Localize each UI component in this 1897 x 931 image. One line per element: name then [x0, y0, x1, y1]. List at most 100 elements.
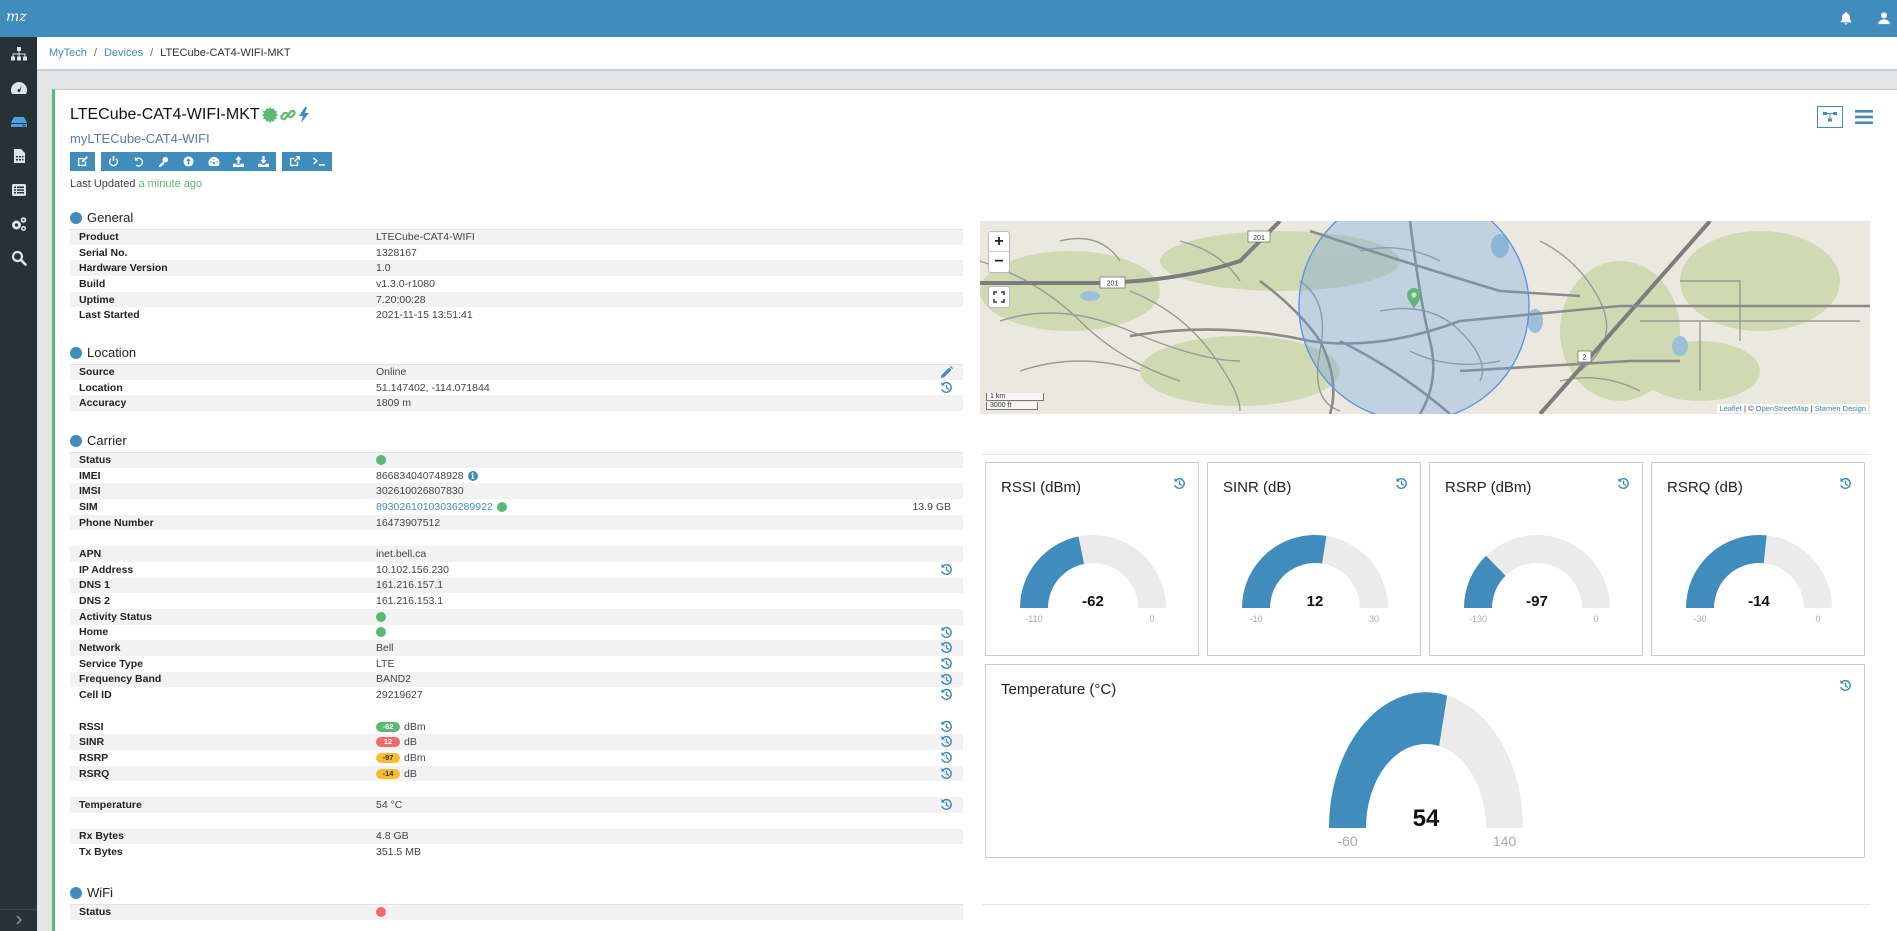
row-value: 161.216.157.1: [376, 579, 963, 591]
row-key: Uptime: [79, 293, 115, 306]
download-button[interactable]: [251, 152, 276, 171]
row-value: -97 dBm: [376, 752, 963, 764]
history-icon[interactable]: [940, 626, 953, 639]
breadcrumb-separator: /: [93, 47, 97, 59]
sidebar-item-list[interactable]: [0, 173, 37, 207]
row-value: [376, 455, 963, 466]
open-remote-button[interactable]: [282, 152, 307, 171]
reset-button[interactable]: [126, 152, 151, 171]
openstreetmap-link[interactable]: OpenStreetMap: [1756, 404, 1809, 413]
location-table: Source Online Location 51.147402, -114.0718…: [70, 364, 963, 412]
map-scale-ft: 3000 ft: [986, 402, 1038, 410]
history-icon[interactable]: [940, 751, 953, 764]
row-value: 10.102.156.230: [376, 564, 963, 576]
sidebar-item-devices[interactable]: [0, 105, 37, 139]
map-tiles[interactable]: 201 201 2: [980, 221, 1870, 414]
info-icon[interactable]: i: [467, 470, 478, 481]
row-key: RSRQ: [79, 767, 110, 780]
edit-button[interactable]: [70, 152, 95, 171]
section-location-heading: Location: [70, 345, 136, 360]
table-row: Build v1.3.0-r1080: [70, 276, 963, 292]
location-map[interactable]: 201 201 2 + − 1 km 3000 ft Leaflet | © O…: [980, 221, 1870, 414]
gauge-min-label: -60: [1337, 833, 1357, 849]
status-dot: [376, 455, 386, 466]
terminal-button[interactable]: [307, 152, 332, 171]
gauge-min-label: -30: [1693, 614, 1706, 624]
row-value: 16473907512: [376, 517, 963, 529]
sim-link[interactable]: 89302610103036289922: [376, 501, 493, 513]
row-value: 89302610103036289922: [376, 501, 963, 513]
history-icon[interactable]: [940, 767, 953, 780]
general-table: Product LTECube-CAT4-WIFI Serial No. 132816…: [70, 229, 963, 323]
speedtest-button[interactable]: [201, 152, 226, 171]
card-actions: [1817, 106, 1877, 128]
upload-button[interactable]: [226, 152, 251, 171]
row-key: Serial No.: [79, 246, 128, 259]
sidebar-item-sim-cards[interactable]: [0, 139, 37, 173]
breadcrumb-current: LTECube-CAT4-WIFI-MKT: [160, 47, 291, 59]
gauge-value: -62: [1082, 593, 1104, 610]
gauge-card-rsrq: RSRQ (dB) -14 -30 0: [1651, 462, 1865, 656]
table-row: SIM 89302610103036289922 13.9 GB: [70, 499, 963, 515]
map-zoom-out-button[interactable]: −: [989, 252, 1009, 272]
carrier-table: Status IMEI 866834040748928 i IMSI 3026100268…: [70, 452, 963, 860]
history-icon[interactable]: [940, 657, 953, 670]
row-value: 29219627: [376, 689, 963, 701]
sidebar-item-sitemap[interactable]: [0, 37, 37, 71]
sidebar-item-search[interactable]: [0, 241, 37, 275]
row-value: 54 °C: [376, 799, 963, 811]
sidebar-expand-button[interactable]: [0, 909, 37, 929]
status-dot: [376, 627, 386, 638]
device-title-row: LTECube-CAT4-WIFI-MKT: [70, 106, 310, 124]
history-icon[interactable]: [940, 735, 953, 748]
breadcrumb-devices[interactable]: Devices: [104, 47, 143, 59]
topology-button[interactable]: [1817, 106, 1843, 128]
sidebar-item-settings[interactable]: [0, 207, 37, 241]
table-row: Activity Status: [70, 608, 963, 625]
app-logo[interactable]: mz: [6, 9, 27, 25]
gauge-rsrq: -14 -30 0: [1686, 535, 1832, 624]
status-dot: [376, 907, 386, 918]
sidebar-item-dashboard[interactable]: [0, 71, 37, 105]
history-icon[interactable]: [940, 688, 953, 701]
row-key: Network: [79, 642, 121, 655]
table-row: Phone Number 16473907512: [70, 514, 963, 531]
row-key: Frequency Band: [79, 673, 162, 686]
firmware-upgrade-button[interactable]: [176, 152, 201, 171]
section-title: WiFi: [87, 885, 113, 900]
value-text: Online: [376, 366, 407, 379]
breadcrumb-mytech[interactable]: MyTech: [49, 47, 87, 59]
accuracy-circle: [1298, 221, 1530, 414]
row-key: Temperature: [79, 798, 142, 811]
key-icon: [158, 156, 169, 167]
row-key: DNS 1: [79, 579, 110, 592]
row-key: RSRP: [79, 751, 109, 764]
bell-icon[interactable]: [1837, 9, 1855, 27]
value-text: 7.20:00:28: [376, 293, 426, 306]
chevron-right-icon: [15, 914, 22, 925]
history-icon[interactable]: [940, 641, 953, 654]
history-icon[interactable]: [940, 381, 953, 394]
reboot-button[interactable]: [101, 152, 126, 171]
history-icon[interactable]: [940, 563, 953, 576]
row-key: DNS 2: [79, 595, 110, 608]
stamen-link[interactable]: Stamen Design: [1815, 404, 1866, 413]
gauge-card-rsrp: RSRP (dBm) -97 -130 0: [1429, 462, 1643, 656]
row-value: [376, 907, 963, 918]
row-value: [376, 627, 963, 638]
pencil-icon[interactable]: [940, 366, 953, 379]
user-icon[interactable]: [1875, 9, 1893, 27]
leaflet-link[interactable]: Leaflet: [1719, 404, 1742, 413]
credentials-button[interactable]: [151, 152, 176, 171]
map-fullscreen-button[interactable]: [989, 287, 1009, 307]
history-icon[interactable]: [940, 720, 953, 733]
value-text: 10.102.156.230: [376, 563, 449, 576]
menu-button[interactable]: [1851, 106, 1877, 128]
gauge-value: -97: [1526, 593, 1548, 610]
row-value: 866834040748928 i: [376, 470, 963, 482]
upload-icon: [233, 156, 244, 167]
history-icon[interactable]: [940, 673, 953, 686]
map-zoom-in-button[interactable]: +: [989, 232, 1009, 252]
breadcrumb: MyTech / Devices / LTECube-CAT4-WIFI-MKT: [37, 37, 1897, 71]
history-icon[interactable]: [940, 798, 953, 811]
